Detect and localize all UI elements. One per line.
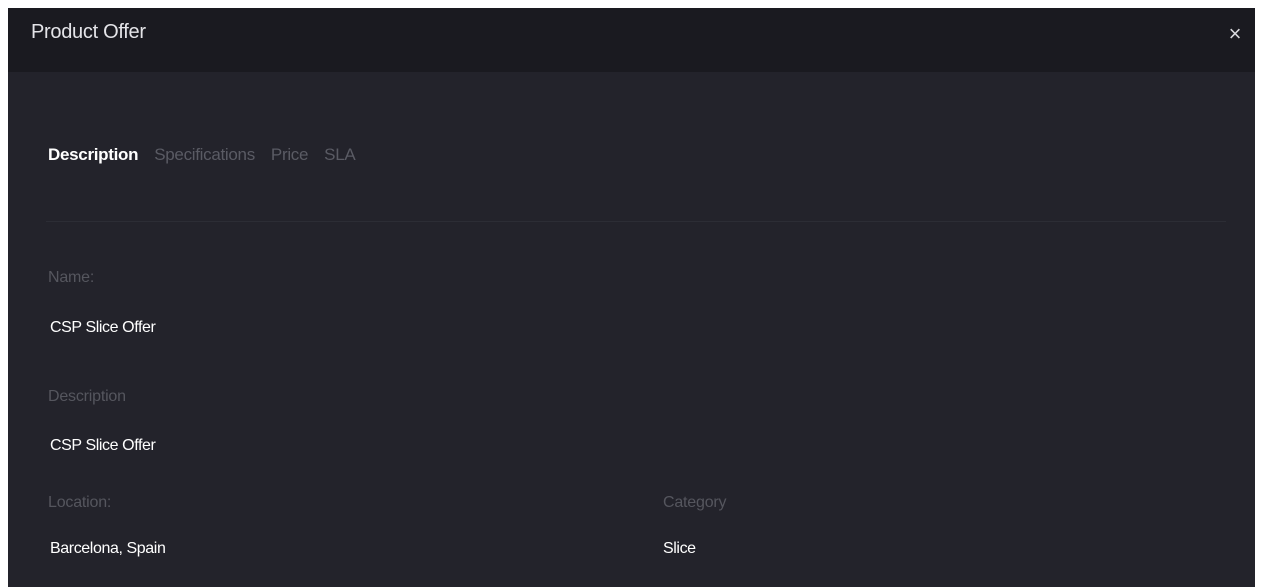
location-value: Barcelona, Spain	[50, 540, 166, 557]
tab-description[interactable]: Description	[48, 145, 139, 165]
name-label: Name:	[48, 269, 95, 286]
tab-specifications[interactable]: Specifications	[154, 145, 255, 165]
close-icon[interactable]: ×	[1221, 20, 1249, 48]
product-offer-modal: Product Offer × Description Specificatio…	[8, 8, 1255, 587]
description-value: CSP Slice Offer	[50, 437, 156, 454]
tabs-divider	[46, 221, 1226, 222]
name-value: CSP Slice Offer	[50, 319, 156, 336]
modal-header: Product Offer ×	[8, 8, 1255, 72]
tab-bar: Description Specifications Price SLA	[48, 145, 371, 165]
tab-price[interactable]: Price	[271, 145, 309, 165]
category-label: Category	[663, 494, 727, 511]
description-label: Description	[48, 388, 126, 405]
modal-title: Product Offer	[31, 21, 146, 43]
category-value: Slice	[663, 540, 696, 557]
tab-sla[interactable]: SLA	[324, 145, 356, 165]
location-label: Location:	[48, 494, 112, 511]
